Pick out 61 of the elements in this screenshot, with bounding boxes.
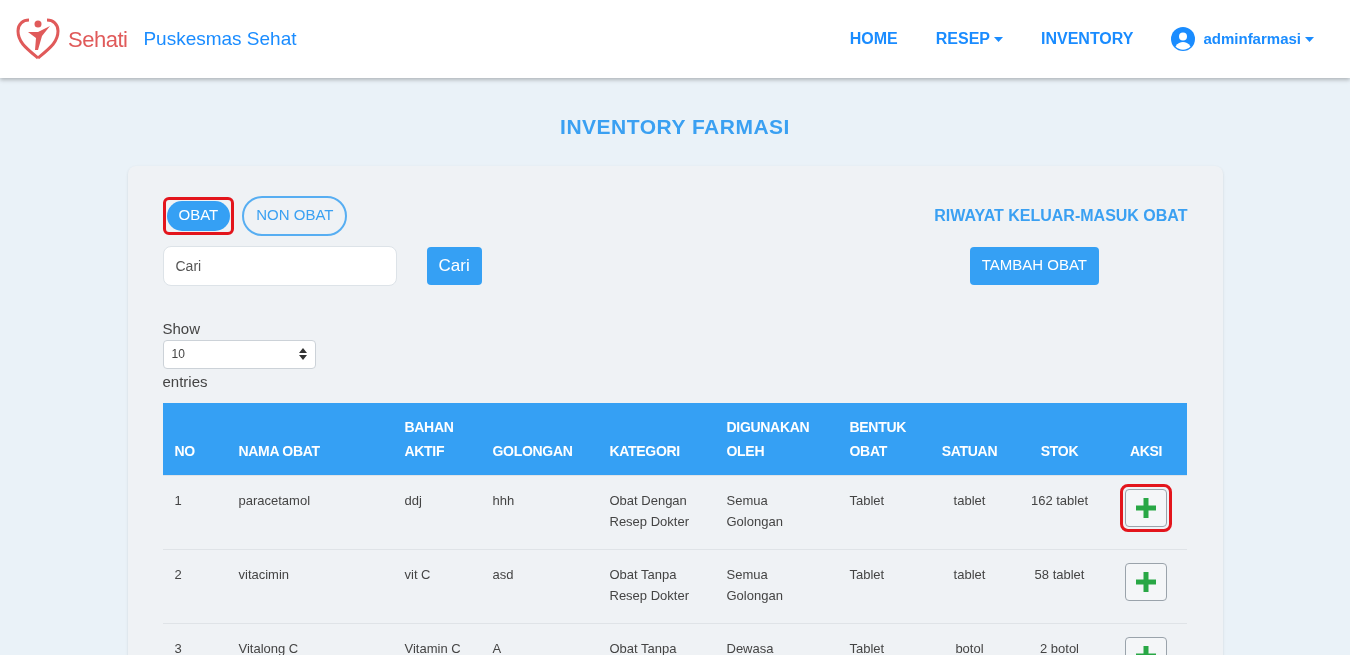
table-cell-text: botol xyxy=(955,639,984,655)
plus-icon xyxy=(1136,571,1156,592)
column-header: KATEGORI xyxy=(609,441,680,461)
add-stock-button[interactable] xyxy=(1125,562,1167,601)
table-cell-text: 1 xyxy=(174,491,182,510)
table-cell-text: Semua Golongan xyxy=(726,565,783,605)
table-cell-text: ddj xyxy=(404,491,422,510)
table-cell-text: tablet xyxy=(953,565,986,584)
column-header: AKSI xyxy=(1129,441,1163,461)
table-cell-text: Vitalong C xyxy=(238,639,299,655)
entries-select[interactable]: 10 xyxy=(162,339,316,369)
table-cell-text: Obat Tanpa xyxy=(609,639,677,655)
filter-tab[interactable]: OBAT xyxy=(166,200,231,231)
search-field[interactable]: Cari xyxy=(162,245,397,286)
table-cell-text: 162 tablet xyxy=(1030,491,1089,510)
caret-icon xyxy=(1305,36,1314,42)
column-header: NO xyxy=(174,441,195,461)
user-menu[interactable]: adminfarmasi xyxy=(1171,27,1314,51)
table-cell-text: 2 xyxy=(174,565,182,584)
table-cell-text: hhh xyxy=(492,491,515,510)
search-button[interactable]: Cari xyxy=(426,246,482,285)
table-cell-text: Semua Golongan xyxy=(726,491,783,531)
table-cell-text: tablet xyxy=(953,491,986,510)
caret-icon xyxy=(994,36,1003,42)
table-cell-text: Tablet xyxy=(849,491,885,510)
filter-tab[interactable]: NON OBAT xyxy=(242,195,348,236)
table-cell-text: Vitamin C xyxy=(404,639,461,655)
table-cell-text: asd xyxy=(492,565,514,584)
table-cell-text: Tablet xyxy=(849,639,885,655)
logo-text: Sehati xyxy=(68,25,128,54)
table-cell-text: paracetamol xyxy=(238,491,311,510)
table-cell-text: vit C xyxy=(404,565,431,584)
column-header: NAMA OBAT xyxy=(238,441,320,461)
table-cell-text: 3 xyxy=(174,639,182,655)
column-header: SATUAN xyxy=(941,441,998,461)
page-title: INVENTORY FARMASI xyxy=(560,114,790,140)
column-header: DIGUNAKAN OLEH xyxy=(726,417,810,461)
nav-link[interactable]: HOME xyxy=(849,27,898,51)
table-cell-text: 2 botol xyxy=(1039,639,1079,655)
user-avatar-icon xyxy=(1171,27,1196,51)
column-header: BENTUK OBAT xyxy=(849,417,907,461)
brand-link[interactable]: Puskesmas Sehat xyxy=(143,24,297,54)
table-cell-text: A xyxy=(492,639,502,655)
column-header: GOLONGAN xyxy=(492,441,573,461)
entries-label: entries xyxy=(162,371,208,392)
plus-icon xyxy=(1136,497,1156,518)
nav-link[interactable]: RESEP xyxy=(935,27,1003,51)
table-cell-text: 58 tablet xyxy=(1034,565,1085,584)
history-link[interactable]: RIWAYAT KELUAR-MASUK OBAT xyxy=(934,203,1188,228)
table-cell-text: vitacimin xyxy=(238,565,290,584)
add-medicine-button[interactable]: TAMBAH OBAT xyxy=(969,246,1099,285)
column-header: STOK xyxy=(1040,441,1079,461)
heart-person-logo-icon xyxy=(16,18,60,60)
nav-link[interactable]: INVENTORY xyxy=(1041,27,1134,51)
table-cell-text: Tablet xyxy=(849,565,885,584)
table-cell-text: Obat Dengan Resep Dokter xyxy=(609,491,689,531)
column-header: BAHAN AKTIF xyxy=(404,417,454,461)
show-label: Show xyxy=(162,318,201,339)
table-cell-text: Dewasa xyxy=(726,639,774,655)
table-cell-text: Obat Tanpa Resep Dokter xyxy=(609,565,689,605)
sort-arrows-icon xyxy=(298,348,307,360)
